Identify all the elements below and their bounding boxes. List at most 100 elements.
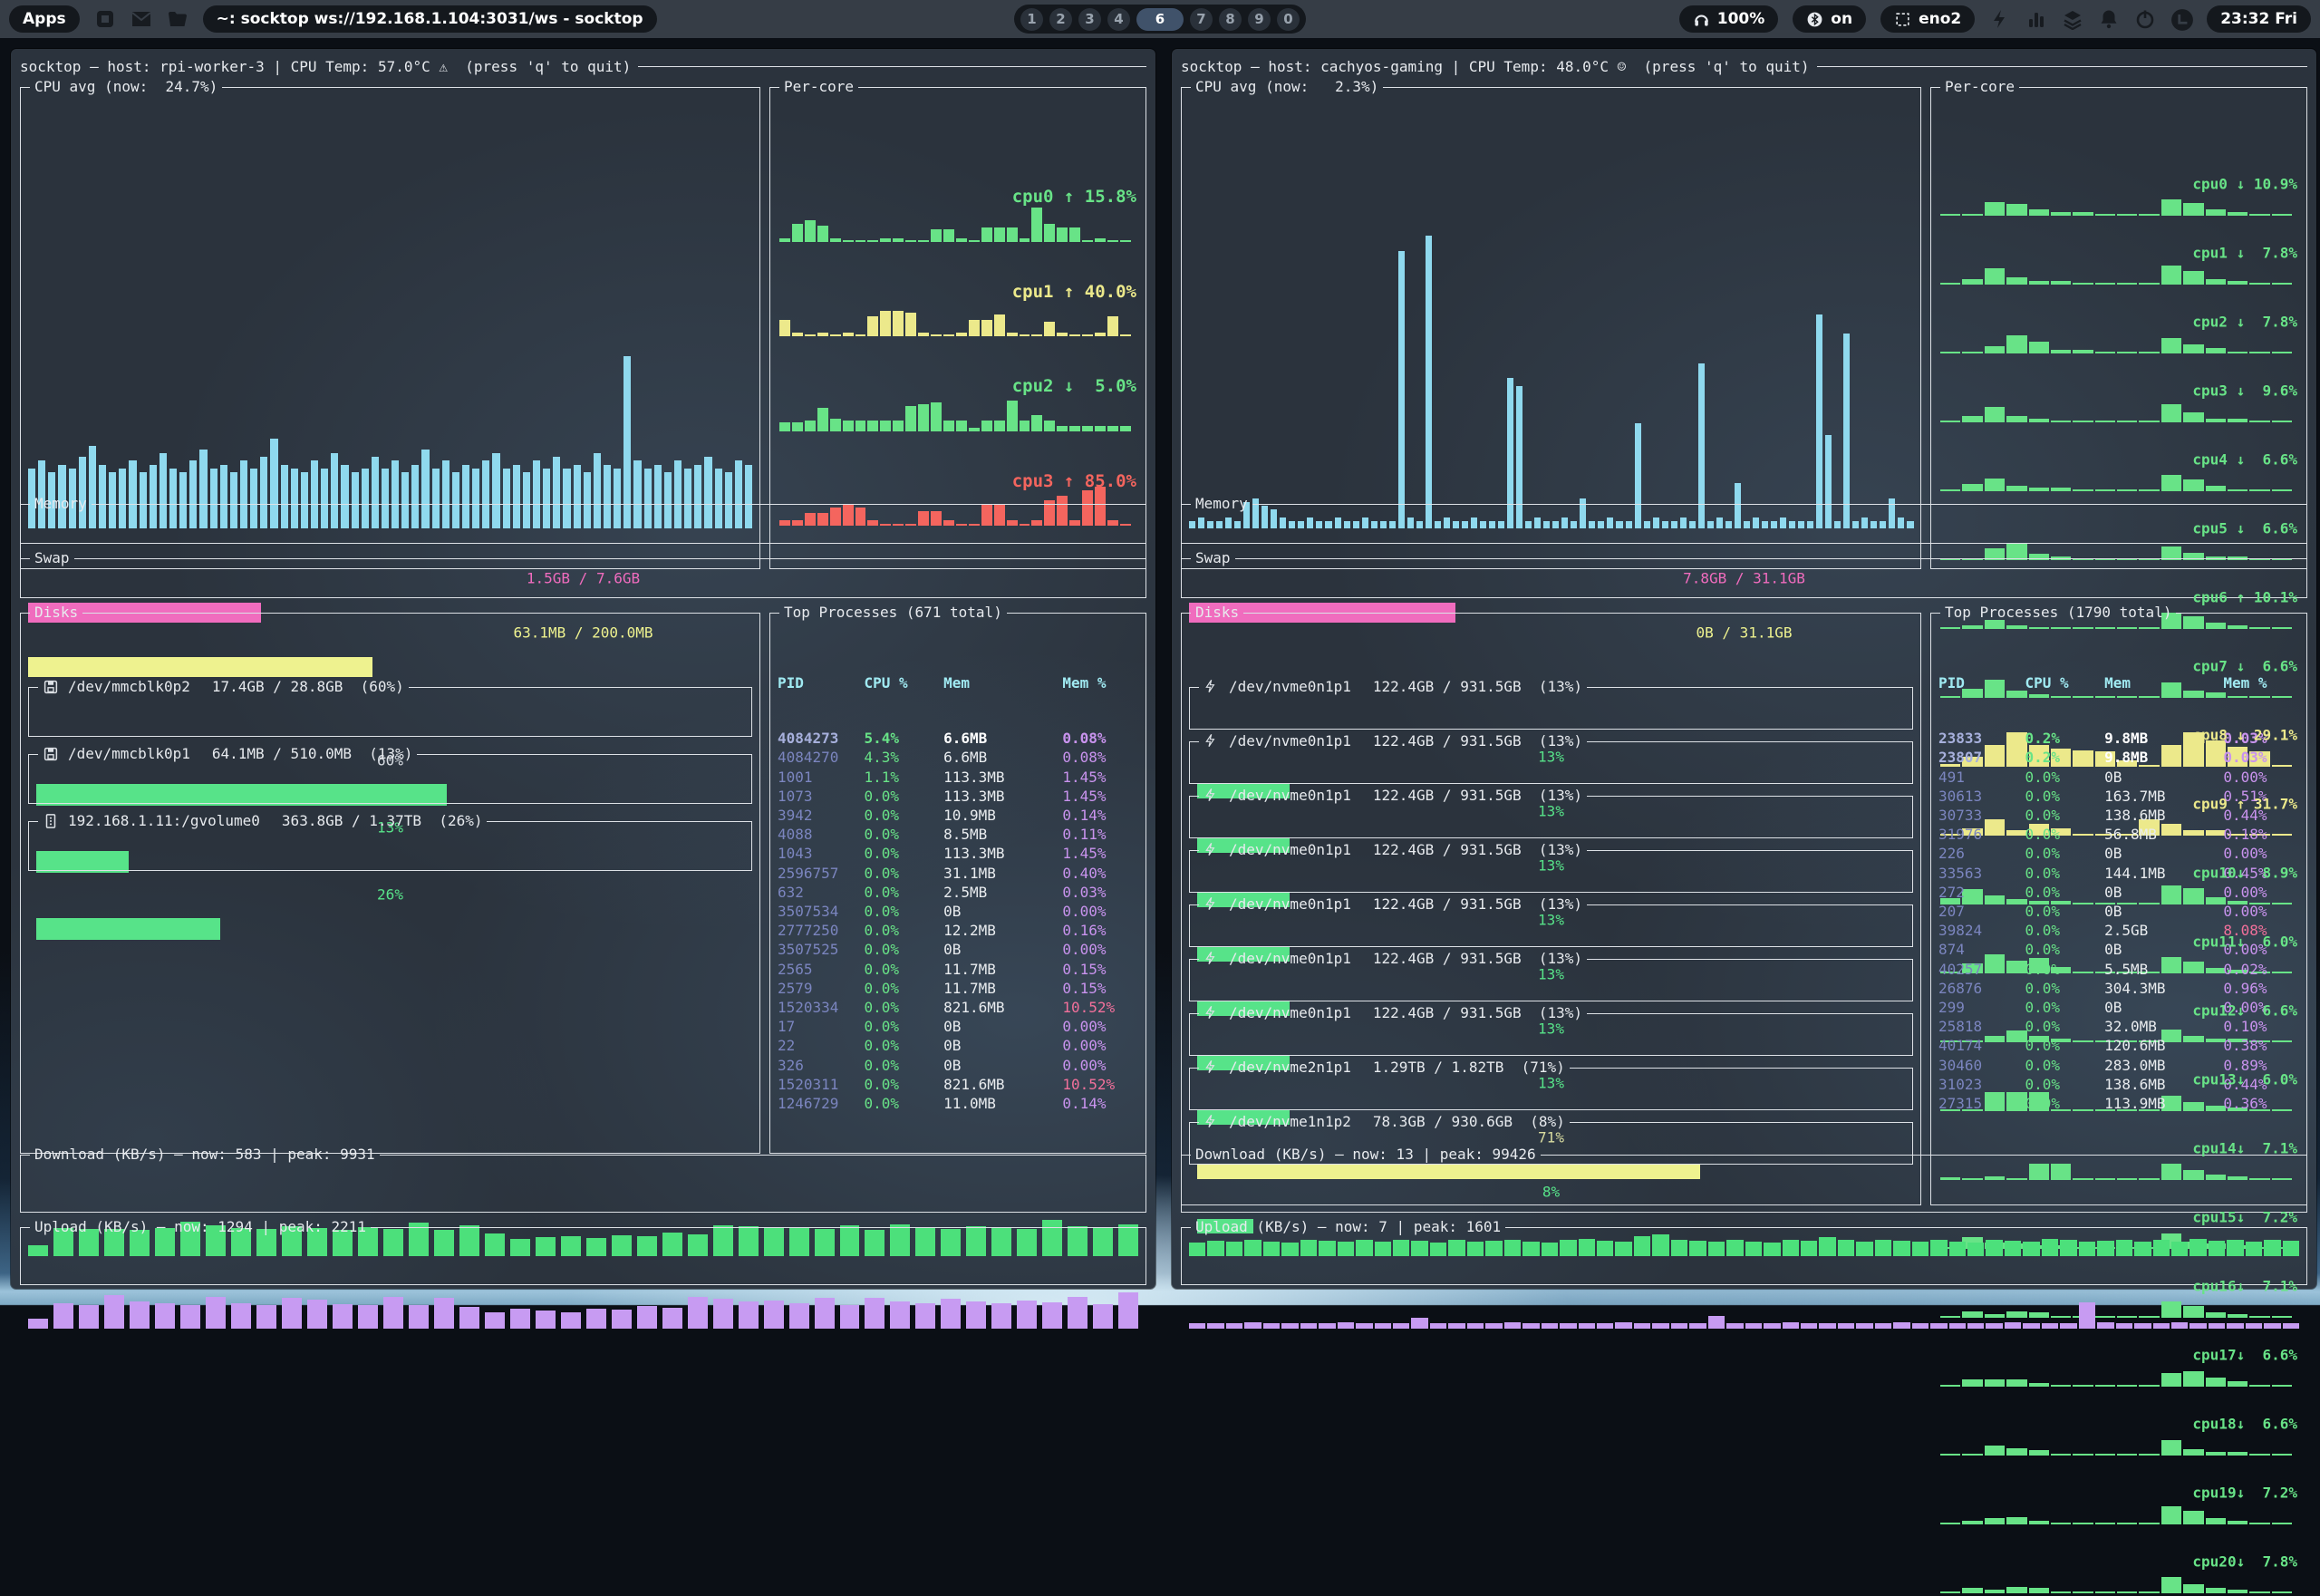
process-mem-percent: 0.10% bbox=[2223, 1017, 2299, 1036]
volume-indicator[interactable]: 100% bbox=[1679, 5, 1779, 33]
core-name: cpu9 bbox=[2192, 796, 2236, 813]
disks-title: Disks bbox=[30, 605, 82, 620]
trend-arrow-icon: ↓ bbox=[2237, 658, 2246, 675]
workspace-button[interactable]: 1 bbox=[1020, 8, 1043, 31]
disk-entry: /dev/mmcblk0p2 17.4GB / 28.8GB (60%) 60% bbox=[28, 679, 752, 737]
memory-title: Memory bbox=[1191, 497, 1252, 511]
workspace-switcher: 123467890 bbox=[1014, 5, 1306, 34]
workspace-button[interactable]: 4 bbox=[1107, 8, 1130, 31]
process-mem-percent: 0.02% bbox=[2223, 960, 2299, 979]
process-row: 3507525 0.0% 0B 0.00% bbox=[778, 940, 1138, 959]
process-row: 2777250 0.0% 12.2MB 0.16% bbox=[778, 921, 1138, 940]
terminal-window-rpi-worker-3[interactable]: socktop — host: rpi-worker-3 | CPU Temp:… bbox=[11, 49, 1155, 1289]
process-pid: 2777250 bbox=[778, 921, 865, 940]
process-pid: 1246729 bbox=[778, 1094, 865, 1113]
percore-row: cpu18↓6.6% bbox=[1938, 1389, 2299, 1458]
clock-label: 23:32 Fri bbox=[2220, 10, 2297, 28]
process-cpu: 0.0% bbox=[865, 1094, 944, 1113]
clock[interactable]: 23:32 Fri bbox=[2207, 5, 2311, 33]
swap-panel: Swap 0B / 31.1GB bbox=[1181, 551, 2307, 598]
workspace-number: 4 bbox=[1114, 11, 1123, 27]
process-cpu: 0.0% bbox=[2025, 1036, 2105, 1055]
core-value: 9.6% bbox=[2245, 382, 2297, 400]
workspace-button[interactable]: 6 bbox=[1136, 8, 1184, 31]
process-cpu: 0.0% bbox=[2025, 825, 2105, 844]
percore-row: cpu17↓6.6% bbox=[1938, 1320, 2299, 1389]
percore-list: cpu0↑15.8% cpu1↑40.0% cpu2↓5.0% cpu3↑85.… bbox=[778, 150, 1138, 528]
percore-row: cpu0↓10.9% bbox=[1938, 150, 2299, 218]
process-row: 1001 1.1% 113.3MB 1.45% bbox=[778, 768, 1138, 787]
workspace-button[interactable]: 3 bbox=[1078, 8, 1101, 31]
window-title-pill[interactable]: ~: socktop ws://192.168.1.104:3031/ws - … bbox=[203, 5, 657, 33]
power-icon[interactable] bbox=[2134, 8, 2156, 30]
core-value: 10.9% bbox=[2245, 176, 2297, 193]
process-cpu: 0.2% bbox=[2025, 729, 2105, 748]
notification-bell-icon[interactable] bbox=[2098, 8, 2120, 30]
window-icon[interactable] bbox=[94, 8, 116, 30]
disks-panel: Disks /dev/nvme0n1p1 122.4GB / 931.5GB (… bbox=[1181, 605, 1921, 1205]
trend-arrow-icon: ↓ bbox=[2237, 1347, 2246, 1364]
core-name: cpu20 bbox=[2192, 1553, 2236, 1571]
apps-button[interactable]: Apps bbox=[9, 5, 80, 33]
disk-entry-title: /dev/nvme0n1p1 122.4GB / 931.5GB (13%) bbox=[1199, 679, 1587, 695]
bluetooth-indicator[interactable]: on bbox=[1793, 5, 1866, 33]
disk-name: /dev/nvme0n1p1 bbox=[1229, 734, 1351, 749]
process-pid: 23807 bbox=[1938, 748, 2025, 767]
core-name: cpu19 bbox=[2192, 1485, 2236, 1502]
process-mem-percent: 0.15% bbox=[1062, 979, 1138, 998]
core-name: cpu1 bbox=[1012, 282, 1064, 302]
trend-arrow-icon: ↓ bbox=[2237, 1002, 2246, 1020]
process-mem: 12.2MB bbox=[943, 921, 1062, 940]
mail-icon[interactable] bbox=[130, 8, 152, 30]
trend-arrow-icon: ↓ bbox=[2237, 1485, 2246, 1502]
terminal-window-cachyos-gaming[interactable]: socktop — host: cachyos-gaming | CPU Tem… bbox=[1172, 49, 2316, 1289]
percore-panel: Per-core cpu0↑15.8% cpu1↑40.0% cpu2↓5.0%… bbox=[769, 80, 1146, 569]
core-value: 6.0% bbox=[2245, 1071, 2297, 1088]
memory-title: Memory bbox=[30, 497, 92, 511]
folder-icon[interactable] bbox=[167, 8, 188, 30]
stats-bars-icon[interactable] bbox=[2025, 8, 2047, 30]
disks-panel: Disks /dev/mmcblk0p2 17.4GB / 28.8GB (60… bbox=[20, 605, 760, 1154]
process-mem-percent: 1.45% bbox=[1062, 768, 1138, 787]
network-indicator[interactable]: eno2 bbox=[1880, 5, 1975, 33]
process-cpu: 0.0% bbox=[2025, 921, 2105, 940]
trend-arrow-icon: ↓ bbox=[1064, 376, 1074, 396]
layers-icon[interactable] bbox=[2062, 8, 2083, 30]
disk-entry: 192.168.1.11:/gvolume0 363.8GB / 1.37TB … bbox=[28, 813, 752, 871]
process-mem-percent: 1.45% bbox=[1062, 787, 1138, 806]
process-mem: 821.6MB bbox=[943, 1075, 1062, 1094]
percore-title: Per-core bbox=[779, 80, 858, 94]
process-mem-percent: 0.11% bbox=[1062, 825, 1138, 844]
process-cpu: 0.0% bbox=[2025, 768, 2105, 787]
process-mem: 2.5MB bbox=[943, 883, 1062, 902]
disk-entry: /dev/nvme0n1p1 122.4GB / 931.5GB (13%) 1… bbox=[1189, 679, 1913, 730]
disk-entry: /dev/nvme0n1p1 122.4GB / 931.5GB (13%) 1… bbox=[1189, 733, 1913, 784]
process-cpu: 0.0% bbox=[2025, 787, 2105, 806]
percore-row: cpu3↓9.6% bbox=[1938, 356, 2299, 425]
disk-entry-title: /dev/nvme0n1p1 122.4GB / 931.5GB (13%) bbox=[1199, 788, 1587, 804]
core-label: cpu19↓7.2% bbox=[2192, 1485, 2297, 1502]
processes-panel: Top Processes (1790 total) PID CPU % Mem… bbox=[1930, 605, 2307, 1205]
core-value: 7.1% bbox=[2245, 1140, 2297, 1157]
workspace-button[interactable]: 7 bbox=[1190, 8, 1213, 31]
process-mem: 113.9MB bbox=[2104, 1094, 2223, 1113]
process-row: 4084273 5.4% 6.6MB 0.08% bbox=[778, 729, 1138, 748]
core-value: 15.8% bbox=[1074, 187, 1136, 207]
workspace-button[interactable]: 8 bbox=[1219, 8, 1242, 31]
workspace-button[interactable]: 9 bbox=[1248, 8, 1271, 31]
percore-panel: Per-core cpu0↓10.9% cpu1↓7.8% cpu2↓7.8% … bbox=[1930, 80, 2307, 569]
core-label: cpu8↓29.1% bbox=[2192, 727, 2297, 744]
disk-entry-title: /dev/nvme0n1p1 122.4GB / 931.5GB (13%) bbox=[1199, 733, 1587, 750]
process-cpu: 0.0% bbox=[865, 1036, 944, 1055]
core-name: cpu0 bbox=[2192, 176, 2236, 193]
core-label: cpu16↓7.1% bbox=[2192, 1278, 2297, 1295]
process-mem-percent: 0.00% bbox=[2223, 768, 2299, 787]
process-mem-percent: 0.14% bbox=[1062, 806, 1138, 825]
process-cpu: 0.0% bbox=[865, 1017, 944, 1036]
disk-entry: /dev/nvme0n1p1 122.4GB / 931.5GB (13%) 1… bbox=[1189, 951, 1913, 1001]
workspace-button[interactable]: 2 bbox=[1049, 8, 1072, 31]
workspace-button[interactable]: 0 bbox=[1277, 8, 1300, 31]
panel-logo-icon[interactable] bbox=[2170, 8, 2192, 30]
process-mem-percent: 1.45% bbox=[1062, 844, 1138, 863]
power-profile-icon[interactable] bbox=[1989, 8, 2011, 30]
